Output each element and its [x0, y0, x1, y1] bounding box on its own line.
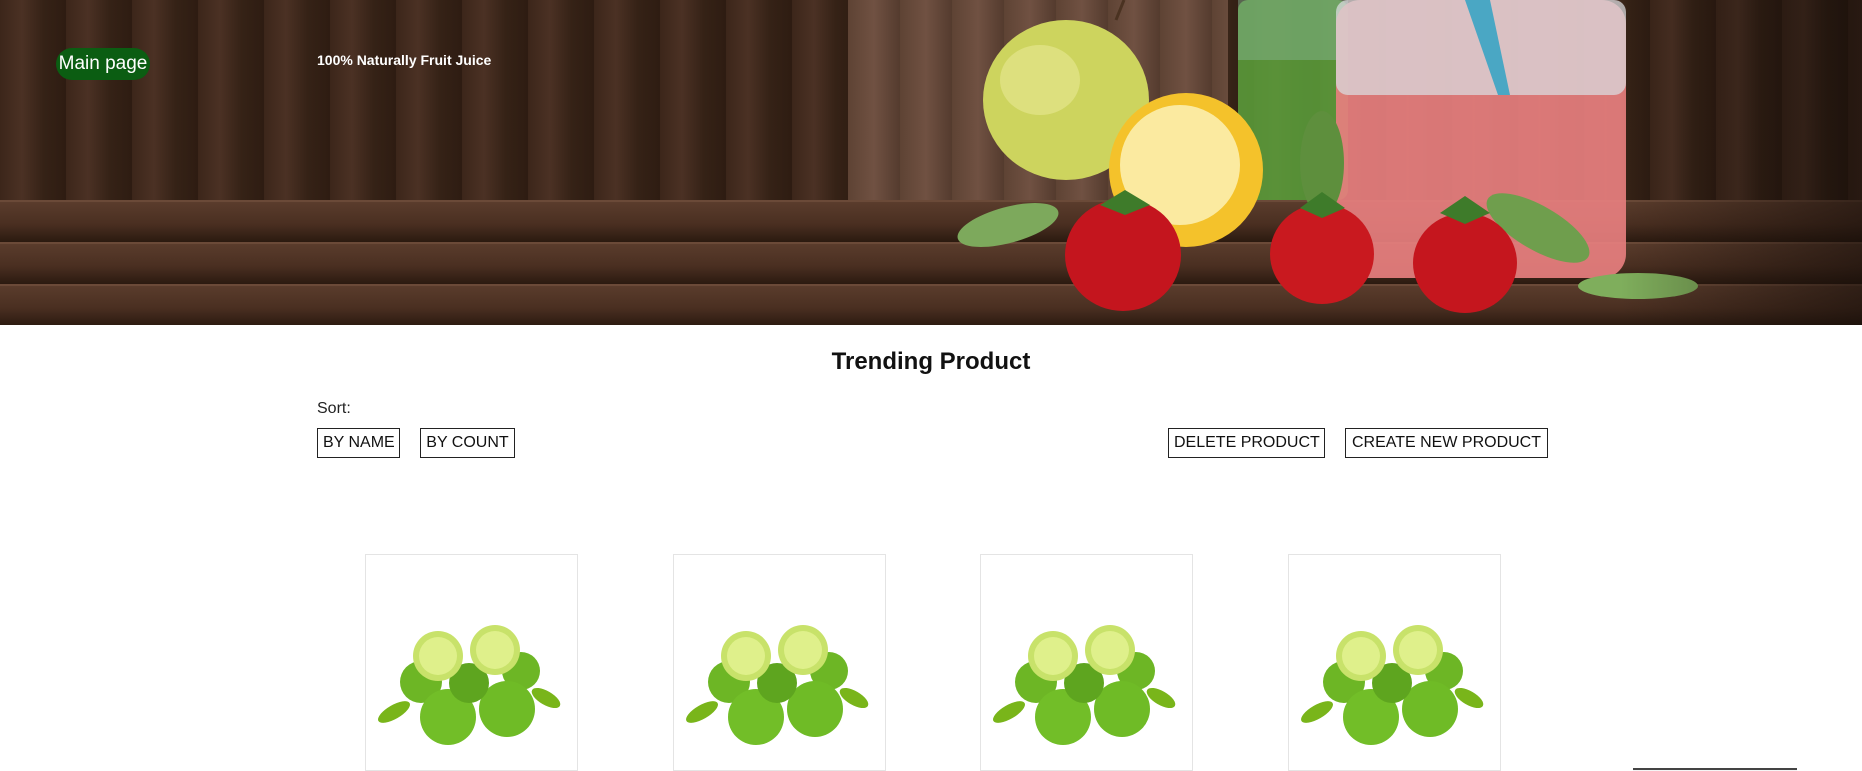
hero-banner: Main page 100% Naturally Fruit Juice [0, 0, 1862, 325]
product-card[interactable] [365, 554, 578, 771]
limes-image [686, 625, 869, 745]
sort-by-name-button[interactable]: BY NAME [317, 428, 400, 458]
create-new-product-button[interactable]: CREATE NEW PRODUCT [1345, 428, 1548, 458]
hero-shadow [1620, 0, 1862, 325]
product-card[interactable] [1288, 554, 1501, 771]
hero-tagline: 100% Naturally Fruit Juice [317, 52, 492, 68]
limes-image [1301, 625, 1484, 745]
hero-fruit-illustration [957, 0, 1698, 313]
limes-image [378, 625, 561, 745]
section-title: Trending Product [831, 348, 1031, 375]
product-card[interactable] [673, 554, 886, 771]
sort-label: Sort: [317, 400, 351, 417]
limes-image [993, 625, 1176, 745]
main-page-link[interactable]: Main page [56, 48, 150, 80]
delete-product-button[interactable]: DELETE PRODUCT [1168, 428, 1325, 458]
sort-by-count-button[interactable]: BY COUNT [420, 428, 515, 458]
product-card[interactable] [980, 554, 1193, 771]
